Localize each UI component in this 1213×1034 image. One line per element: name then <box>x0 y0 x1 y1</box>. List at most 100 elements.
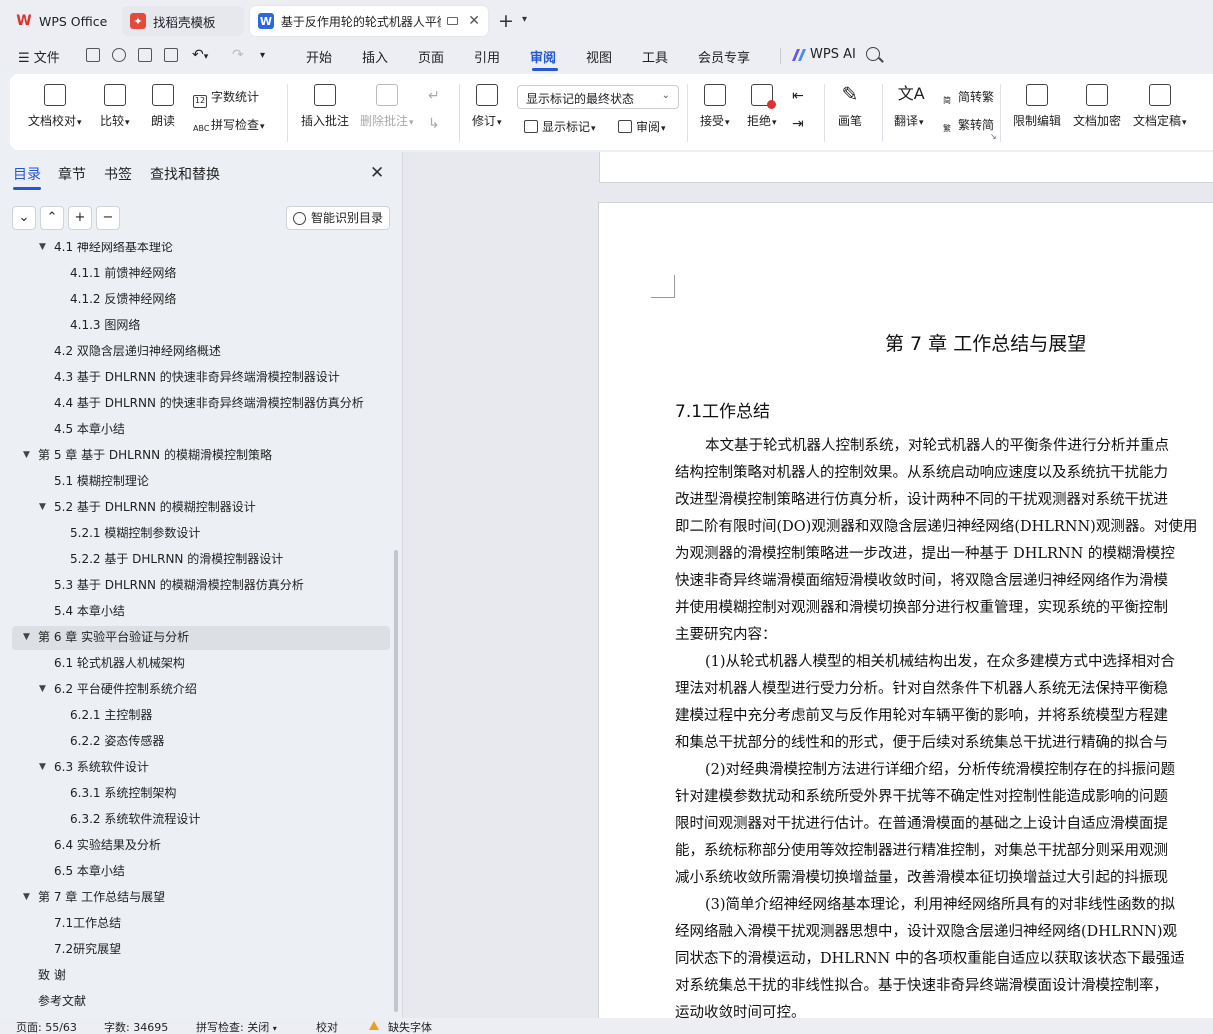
redo-icon[interactable]: ↷ <box>232 47 244 63</box>
reject-button[interactable]: 拒绝▾ <box>747 84 777 129</box>
toc-item[interactable]: 6.3.2 系统软件流程设计 <box>70 806 200 832</box>
toc-item[interactable]: ▼ 4.1 神经网络基本理论 <box>39 242 173 260</box>
restrict-edit-button[interactable]: 限制编辑 <box>1013 84 1061 129</box>
quick-access-more-icon[interactable]: ▾ <box>260 50 265 61</box>
print-icon[interactable] <box>138 48 152 62</box>
expand-arrow-icon[interactable]: ▼ <box>23 624 30 650</box>
show-markup-button[interactable]: 显示标记▾ <box>524 118 596 135</box>
print-preview-icon[interactable] <box>164 48 178 62</box>
to-traditional-button[interactable]: 简简转繁 <box>940 88 994 109</box>
close-icon[interactable]: ✕ <box>370 163 384 183</box>
delete-comment-button[interactable]: 删除批注▾ <box>360 84 414 129</box>
toc-item[interactable]: 6.3.1 系统控制架构 <box>70 780 176 806</box>
menu-insert[interactable]: 插入 <box>362 47 388 66</box>
menu-member[interactable]: 会员专享 <box>698 47 750 66</box>
pen-button[interactable]: ✎ 画笔 <box>838 84 862 129</box>
previous-change-icon[interactable]: ⇤ <box>792 88 804 104</box>
toc-item[interactable]: 5.1 模糊控制理论 <box>54 468 149 494</box>
toc-item[interactable]: 4.1.2 反馈神经网络 <box>70 286 176 312</box>
toc-item[interactable]: 6.2.2 姿态传感器 <box>70 728 164 754</box>
monitor-icon[interactable] <box>447 17 459 25</box>
word-count-indicator[interactable]: 字数: 34695 <box>104 1019 168 1034</box>
undo-icon[interactable]: ↶▾ <box>192 47 208 63</box>
toc-item[interactable]: ▼ 第 7 章 工作总结与展望 <box>23 884 165 910</box>
next-change-icon[interactable]: ⇥ <box>792 116 804 132</box>
translate-button[interactable]: 文A 翻译▾ <box>894 84 925 129</box>
toc-item[interactable]: 7.2研究展望 <box>54 936 121 962</box>
add-heading-plus-icon[interactable]: + <box>68 206 92 230</box>
group-expand-icon[interactable]: ↘ <box>990 132 997 141</box>
toc-item[interactable]: 6.1 轮式机器人机械架构 <box>54 650 185 676</box>
expand-arrow-icon[interactable]: ▼ <box>39 494 46 520</box>
expand-arrow-icon[interactable]: ▼ <box>23 884 30 910</box>
toc-item[interactable]: ▼ 5.2 基于 DHLRNN 的模糊控制器设计 <box>39 494 256 520</box>
document-page[interactable]: 第 7 章 工作总结与展望 7.1工作总结 本文基于轮式机器人控制系统，对轮式机… <box>598 202 1213 1018</box>
toc-item[interactable]: 致 谢 <box>38 962 66 988</box>
insert-comment-button[interactable]: 插入批注 <box>301 84 349 129</box>
chevron-down-icon[interactable]: ▾ <box>522 14 527 25</box>
missing-font-status[interactable]: 缺失字体 <box>388 1019 432 1034</box>
menu-start[interactable]: 开始 <box>306 47 332 66</box>
finalize-button[interactable]: 文档定稿▾ <box>1133 84 1187 129</box>
expand-all-chevron-down-icon[interactable]: ⌄ <box>12 206 36 230</box>
save-icon[interactable] <box>86 48 100 62</box>
menu-wps-ai[interactable]: WPS AI <box>810 47 856 62</box>
share-icon[interactable] <box>112 48 126 62</box>
nav-tab-chapters[interactable]: 章节 <box>58 164 86 184</box>
smart-toc-button[interactable]: 智能识别目录 <box>286 206 390 230</box>
toc-item[interactable]: 7.1工作总结 <box>54 910 121 936</box>
to-simplified-button[interactable]: 繁繁转简 <box>940 116 994 137</box>
toc-item[interactable]: ▼ 6.2 平台硬件控制系统介绍 <box>39 676 197 702</box>
nav-tab-bookmarks[interactable]: 书签 <box>104 164 132 184</box>
read-aloud-button[interactable]: 朗读 <box>151 84 175 129</box>
review-pane-button[interactable]: 审阅▾ <box>618 118 666 135</box>
menu-view[interactable]: 视图 <box>586 47 612 66</box>
toc-item[interactable]: ▼ 第 6 章 实验平台验证与分析 <box>23 624 189 650</box>
menu-references[interactable]: 引用 <box>474 47 500 66</box>
encrypt-button[interactable]: 文档加密 <box>1073 84 1121 129</box>
new-tab-plus-icon[interactable]: + <box>498 10 514 32</box>
toc-item[interactable]: 5.4 本章小结 <box>54 598 125 624</box>
proof-status[interactable]: 校对 <box>316 1019 338 1034</box>
search-icon[interactable] <box>866 47 880 61</box>
toc-item[interactable]: 5.2.1 模糊控制参数设计 <box>70 520 200 546</box>
toc-item[interactable]: 4.4 基于 DHLRNN 的快速非奇异终端滑模控制器仿真分析 <box>54 390 364 416</box>
word-count-button[interactable]: 12 字数统计 <box>193 88 259 108</box>
toc-item[interactable]: 6.2.1 主控制器 <box>70 702 152 728</box>
tab-template-store[interactable]: ✦ 找稻壳模板 <box>122 6 244 36</box>
spell-check-button[interactable]: ABC 拼写检查▾ <box>193 116 265 137</box>
track-changes-button[interactable]: 修订▾ <box>472 84 502 129</box>
collapse-chevron-up-icon[interactable]: ⌃ <box>40 206 64 230</box>
expand-arrow-icon[interactable]: ▼ <box>39 754 46 780</box>
spell-check-status[interactable]: 拼写检查: 关闭 ▾ <box>196 1019 277 1034</box>
compare-button[interactable]: 比较▾ <box>100 84 130 129</box>
toc-item[interactable]: ▼ 第 5 章 基于 DHLRNN 的模糊滑模控制策略 <box>23 442 272 468</box>
toc-item[interactable]: 6.4 实验结果及分析 <box>54 832 161 858</box>
toc-item[interactable]: 5.2.2 基于 DHLRNN 的滑模控制器设计 <box>70 546 283 572</box>
accept-button[interactable]: 接受▾ <box>700 84 730 129</box>
remove-heading-minus-icon[interactable]: − <box>96 206 120 230</box>
expand-arrow-icon[interactable]: ▼ <box>39 676 46 702</box>
toc-item[interactable]: 6.5 本章小结 <box>54 858 125 884</box>
next-comment-icon[interactable]: ↳ <box>428 116 440 132</box>
nav-tab-find-replace[interactable]: 查找和替换 <box>150 164 220 184</box>
toc-item[interactable]: 参考文献 <box>38 988 86 1014</box>
previous-comment-icon[interactable]: ↵ <box>428 88 440 104</box>
toc-item[interactable]: 5.3 基于 DHLRNN 的模糊滑模控制器仿真分析 <box>54 572 304 598</box>
close-tab-icon[interactable]: ✕ <box>468 13 480 29</box>
markup-mode-select[interactable]: 显示标记的最终状态 ⌄ <box>517 85 679 109</box>
tab-wps-office[interactable]: W WPS Office <box>8 6 118 36</box>
page-indicator[interactable]: 页面: 55/63 <box>16 1019 77 1034</box>
document-canvas[interactable]: 第 7 章 工作总结与展望 7.1工作总结 本文基于轮式机器人控制系统，对轮式机… <box>403 152 1213 1018</box>
toc-item[interactable]: 4.2 双隐含层递归神经网络概述 <box>54 338 221 364</box>
toc-item[interactable]: 4.5 本章小结 <box>54 416 125 442</box>
toc-item[interactable]: 4.1.3 图网络 <box>70 312 140 338</box>
expand-arrow-icon[interactable]: ▼ <box>39 242 46 260</box>
menu-page[interactable]: 页面 <box>418 47 444 66</box>
menu-review[interactable]: 审阅 <box>530 47 556 66</box>
nav-scrollbar[interactable] <box>394 550 398 1012</box>
nav-tab-toc[interactable]: 目录 <box>13 164 41 184</box>
expand-arrow-icon[interactable]: ▼ <box>23 442 30 468</box>
toc-item[interactable]: ▼ 6.3 系统软件设计 <box>39 754 149 780</box>
doc-check-button[interactable]: 文档校对▾ <box>28 84 82 129</box>
